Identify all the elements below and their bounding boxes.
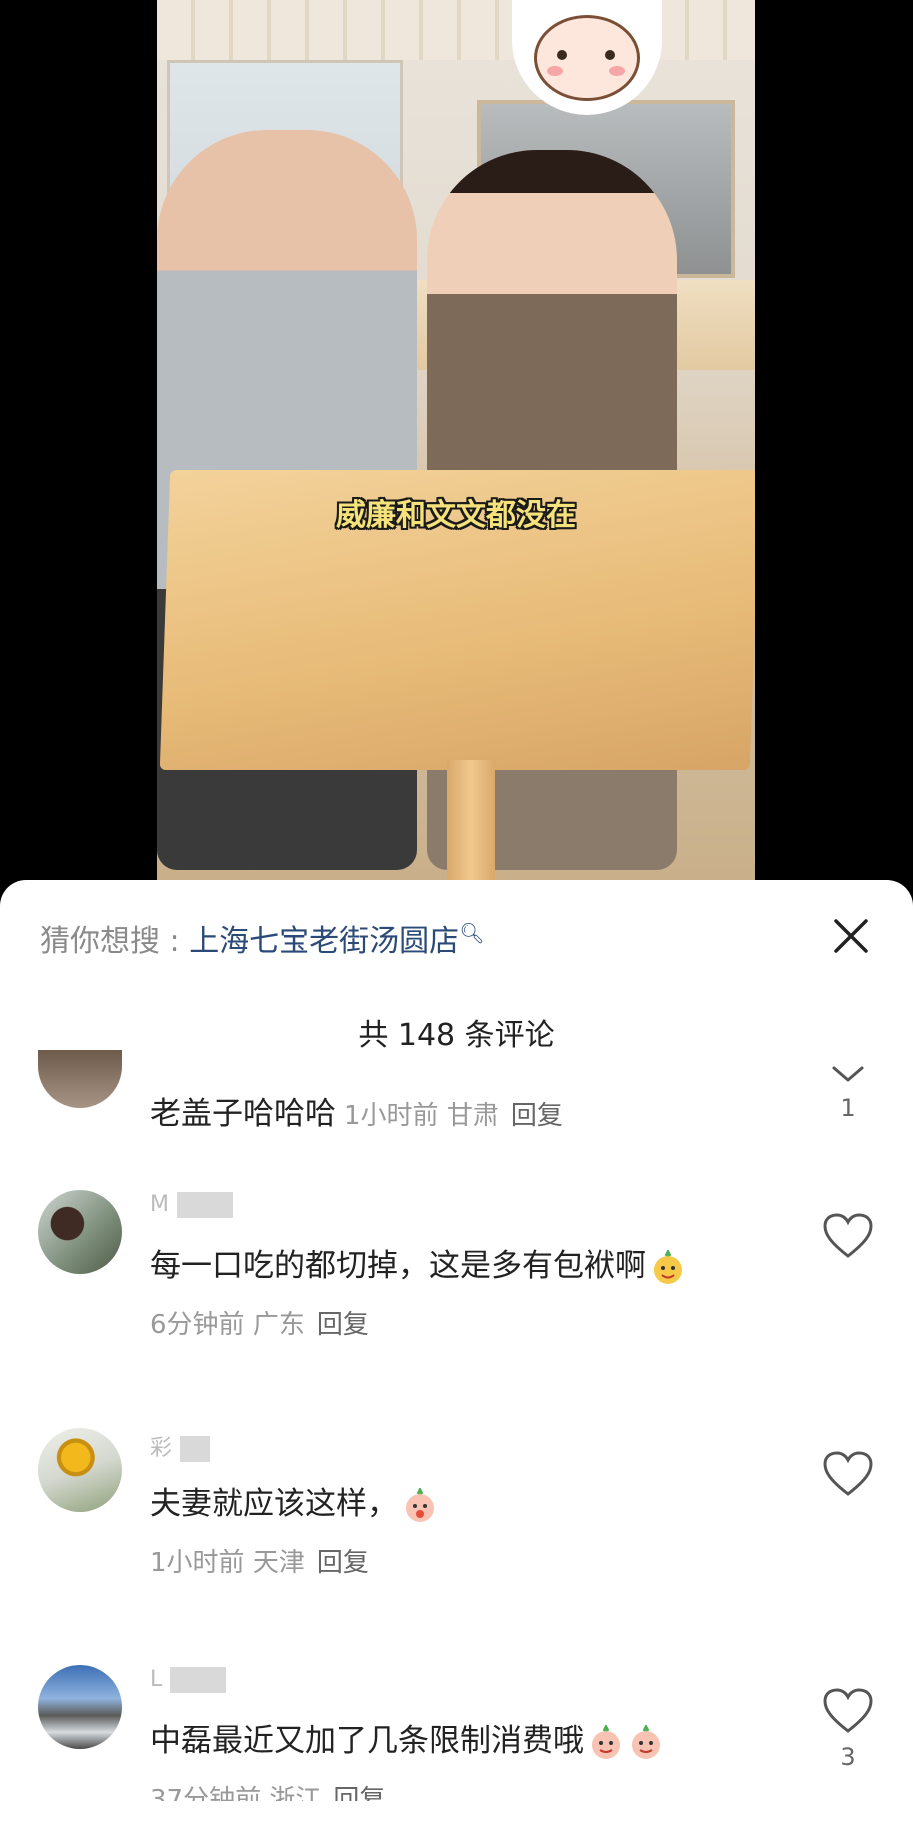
chevron-down-icon[interactable] — [820, 1056, 876, 1096]
video-player[interactable]: 威廉和文文都没在 — [157, 0, 755, 880]
reply-button[interactable]: 回复 — [511, 1101, 563, 1131]
avatar[interactable] — [38, 1050, 122, 1108]
comment-location: 广东 — [252, 1310, 305, 1340]
suggest-prefix: 猜你想搜 : — [40, 924, 190, 959]
heart-icon[interactable] — [820, 1448, 876, 1500]
emoji-icon — [654, 1249, 682, 1284]
comment-time: 37分钟前 — [150, 1785, 262, 1801]
reply-button[interactable]: 回复 — [333, 1785, 385, 1801]
girl-sticker-icon — [512, 0, 662, 115]
comment-location: 浙江 — [269, 1785, 322, 1801]
reply-button[interactable]: 回复 — [317, 1310, 369, 1340]
like-count: 1 — [840, 1094, 856, 1122]
name-blur — [170, 1667, 227, 1693]
heart-icon[interactable] — [820, 1210, 876, 1262]
comment-text: 老盖子哈哈哈 — [150, 1096, 336, 1132]
avatar[interactable] — [38, 1190, 122, 1274]
peach-emoji-icon — [406, 1487, 434, 1522]
avatar[interactable] — [38, 1428, 122, 1512]
heart-icon[interactable] — [820, 1685, 876, 1737]
comment-location: 甘肃 — [446, 1101, 499, 1131]
search-icon: 🔍︎ — [459, 921, 485, 945]
table-leg — [447, 760, 495, 880]
suggest-term[interactable]: 上海七宝老街汤圆店 — [189, 924, 459, 959]
user-name: 彩 — [150, 1436, 175, 1461]
ceiling — [157, 0, 755, 60]
peach-emoji-icon — [592, 1724, 620, 1759]
video-caption: 威廉和文文都没在 — [336, 498, 576, 533]
comment-time: 6分钟前 — [150, 1310, 245, 1340]
avatar[interactable] — [38, 1665, 122, 1749]
close-icon[interactable] — [831, 916, 871, 956]
reply-button[interactable]: 回复 — [317, 1548, 369, 1578]
comment-count: 共 148 条评论 — [358, 1018, 555, 1053]
user-name: L — [150, 1667, 165, 1692]
user-name: M — [150, 1192, 171, 1217]
comment-time: 1小时前 — [344, 1101, 439, 1131]
search-suggestion[interactable]: 猜你想搜 : 上海七宝老街汤圆店🔍︎ — [40, 916, 485, 960]
comment-text: 中磊最近又加了几条限制消费哦 — [150, 1723, 584, 1759]
name-blur — [180, 1436, 211, 1462]
comment-sheet: 猜你想搜 : 上海七宝老街汤圆店🔍︎ 共 148 条评论 老盖子哈哈哈 1小时前 … — [0, 880, 913, 1834]
comment-text: 每一口吃的都切掉，这是多有包袱啊 — [150, 1248, 646, 1284]
like-count: 3 — [840, 1743, 856, 1771]
name-blur — [176, 1192, 233, 1218]
comment-location: 天津 — [252, 1548, 305, 1578]
comment-text: 夫妻就应该这样， — [150, 1486, 398, 1522]
comment-time: 1小时前 — [150, 1548, 245, 1578]
peach-emoji-icon — [632, 1724, 660, 1759]
